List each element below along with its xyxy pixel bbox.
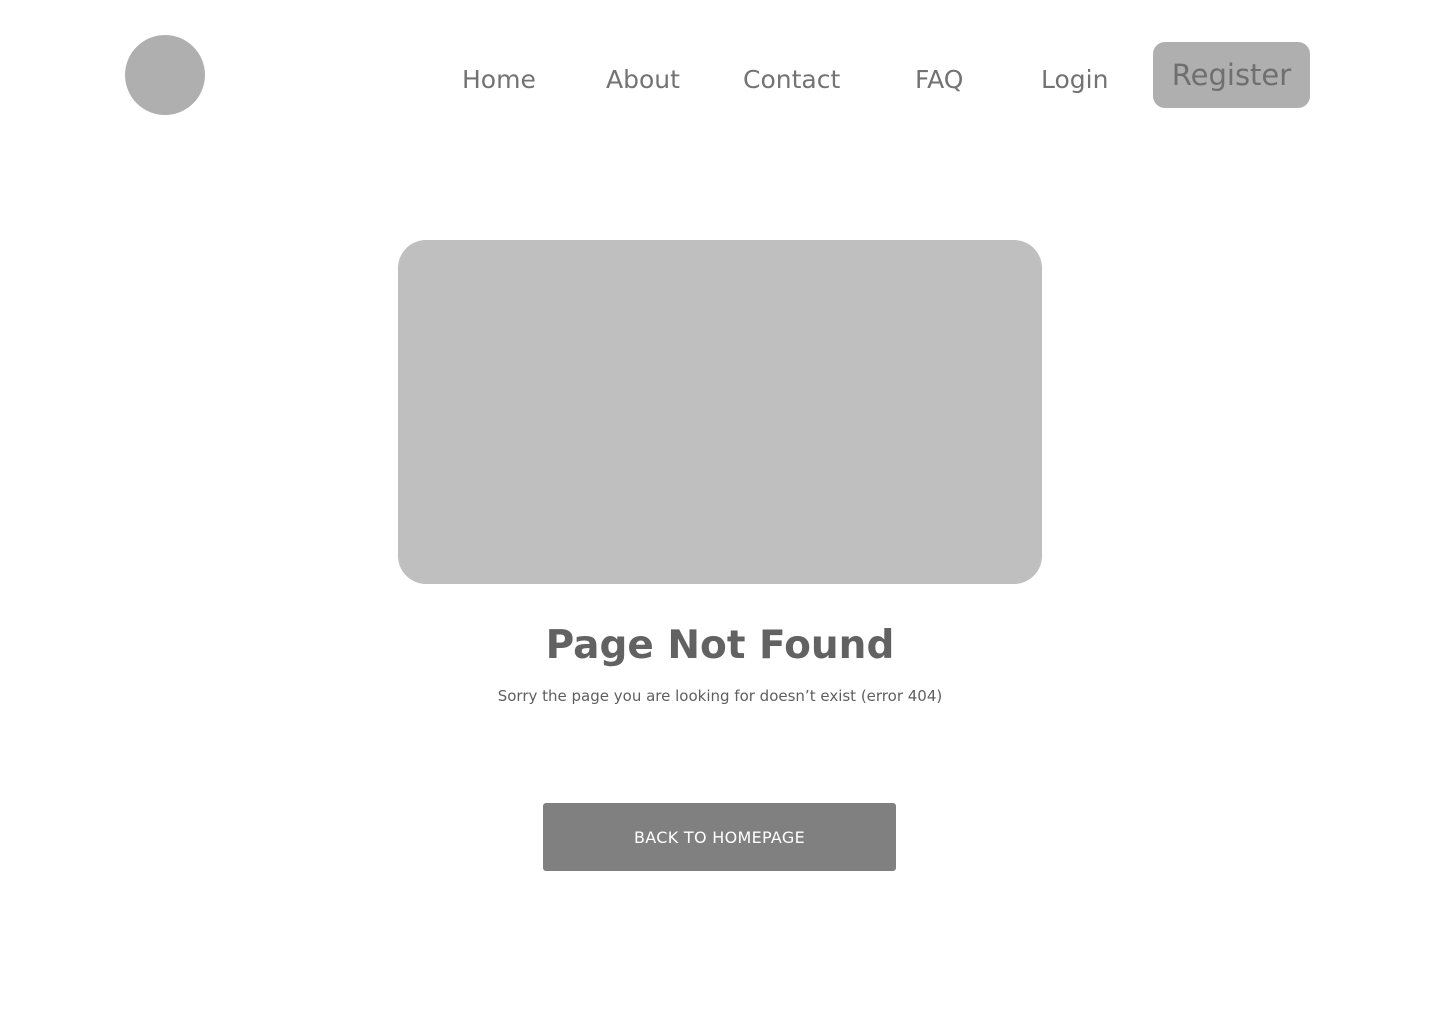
nav-contact-link[interactable]: Contact: [743, 62, 840, 98]
nav-home-link[interactable]: Home: [462, 62, 536, 98]
logo-placeholder[interactable]: [125, 35, 205, 115]
nav-login-link[interactable]: Login: [1041, 62, 1108, 98]
error-page: Home About Contact FAQ Login Register Pa…: [0, 0, 1440, 1024]
image-placeholder: [398, 240, 1042, 584]
error-message: Sorry the page you are looking for doesn…: [497, 687, 943, 705]
back-to-homepage-button[interactable]: BACK TO HOMEPAGE: [543, 803, 896, 871]
nav-about-link[interactable]: About: [606, 62, 680, 98]
nav-faq-link[interactable]: FAQ: [915, 62, 963, 98]
register-button[interactable]: Register: [1153, 42, 1310, 108]
page-title: Page Not Found: [545, 623, 895, 668]
